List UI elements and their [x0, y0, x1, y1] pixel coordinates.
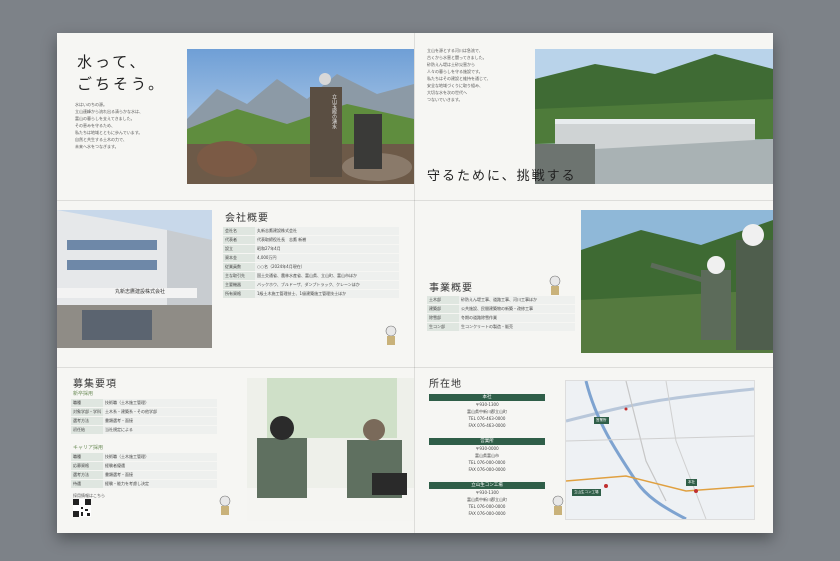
- brochure-sheet: 水って、 ごちそう。 水はいのちの源。 立山連峰から流れ出る清らかな水は、 富山…: [57, 33, 773, 533]
- qr-code-icon[interactable]: [73, 499, 91, 517]
- dam-tagline: 守るために、挑戦する: [427, 169, 577, 184]
- recruitment-title: 募集要項: [73, 379, 117, 390]
- table-row: 生コン部 生コンクリートの製造・販売: [427, 323, 575, 331]
- business-overview-table: 土木部 砂防えん堤工事、道路工事、河川工事ほか 建築部 公共施設、民間建築物の新築・…: [427, 295, 575, 332]
- monument-inscription: 立山玉殿の湧水: [331, 94, 337, 129]
- table-row: 所有資格 1級土木施工管理技士、1級建築施工管理技士ほか: [223, 290, 399, 298]
- table-row: 初任給 当社規定による: [71, 426, 217, 434]
- hero-title-line-1: 水って、: [77, 53, 148, 71]
- mascot-icon: [552, 495, 564, 515]
- table-row: 土木部 砂防えん堤工事、道路工事、河川工事ほか: [427, 296, 575, 304]
- business-overview-title: 事業概要: [429, 283, 473, 294]
- sabo-dam-photo: [535, 49, 773, 184]
- table-row: 従業員数 ○○名（2024年4月現在）: [223, 263, 399, 271]
- office-name: 営業所: [429, 438, 545, 445]
- office-block-head-office: 本社 〒930-1300 富山県中新川郡立山町 TEL 076-463-0000…: [429, 394, 545, 429]
- table-row: 応募資格 経験者優遇: [71, 462, 217, 470]
- table-row: 待遇 経験・能力を考慮し決定: [71, 480, 217, 488]
- table-row: 対象学部・学科 土木系・建築系・その他学部: [71, 408, 217, 416]
- map-marker-sales-office[interactable]: 営業所: [594, 417, 609, 424]
- mascot-icon: [549, 275, 561, 295]
- office-name: 本社: [429, 394, 545, 401]
- dam-body: 立山を源とする河川は急流で、 古くから水害と闘ってきました。 砂防えん堤は土砂災…: [427, 48, 491, 102]
- new-graduate-table: 職種 技術職（土木施工管理） 対象学部・学科 土木系・建築系・その他学部 選考方法書…: [71, 398, 217, 435]
- table-row: 資本金 4,000万円: [223, 254, 399, 262]
- location-title: 所在地: [429, 379, 462, 390]
- office-block-concrete-plant: 立山生コン工場 〒930-1300 富山県中新川郡立山町 TEL 076-000…: [429, 482, 545, 517]
- mascot-icon: [385, 325, 397, 345]
- hero-title: 水って、 ごちそう。: [77, 51, 166, 95]
- table-row: 設立 昭和27年4月: [223, 245, 399, 253]
- office-name: 立山生コン工場: [429, 482, 545, 489]
- hero-title-line-2: ごちそう。: [77, 75, 167, 93]
- table-row: 建築部 公共施設、民間建築物の新築・改修工事: [427, 305, 575, 313]
- hero-body: 水はいのちの源。 立山連峰から流れ出る清らかな水は、 富山の暮らしを支えてきまし…: [75, 102, 143, 149]
- table-row: 職種 技術職（土木施工管理）: [71, 453, 217, 461]
- map-marker-concrete-plant[interactable]: 立山生コン工場: [572, 489, 601, 496]
- location-map[interactable]: 営業所 本社 立山生コン工場: [565, 380, 755, 520]
- career-label: キャリア採用: [73, 445, 104, 451]
- office-block-sales-office: 営業所 〒930-0000 富山県富山市 TEL 076-000-0000 FA…: [429, 438, 545, 473]
- building-sign: 丸新志鷹建設株式会社: [115, 289, 166, 295]
- map-marker-head-office[interactable]: 本社: [686, 479, 697, 486]
- table-row: 選考方法 書類選考・面接: [71, 417, 217, 425]
- workers-in-field-photo: [581, 210, 773, 353]
- table-row: 主要機器 バックホウ、ブルドーザ、ダンプトラック、クレーンほか: [223, 281, 399, 289]
- qr-note: 採用情報はこちら: [73, 493, 105, 498]
- table-row: 職種 技術職（土木施工管理）: [71, 399, 217, 407]
- fold-line-horizontal-top: [57, 200, 773, 201]
- fold-line-vertical: [414, 33, 415, 533]
- new-graduate-label: 新卒採用: [73, 391, 94, 397]
- head-office-building-photo: 丸新志鷹建設株式会社: [57, 210, 212, 348]
- table-row: 会社名 丸新志鷹建設株式会社: [223, 227, 399, 235]
- table-row: 除雪部 冬期の道路除雪作業: [427, 314, 575, 322]
- spring-monument-photo: 立山玉殿の湧水: [187, 49, 414, 184]
- table-row: 主な取引先 国土交通省、農林水産省、富山県、立山町、富山市ほか: [223, 272, 399, 280]
- company-overview-table: 会社名 丸新志鷹建設株式会社 代表者 代表取締役社長 志鷹 新樹 設立 昭和27年4月…: [223, 226, 399, 299]
- mascot-icon: [219, 495, 231, 515]
- table-row: 選考方法 書類選考・面接: [71, 471, 217, 479]
- table-row: 代表者 代表取締役社長 志鷹 新樹: [223, 236, 399, 244]
- employees-meeting-photo: [247, 378, 414, 521]
- fold-line-horizontal-bottom: [57, 367, 773, 368]
- company-overview-title: 会社概要: [225, 213, 269, 224]
- career-table: 職種 技術職（土木施工管理） 応募資格 経験者優遇 選考方法 書類選考・面接 待遇 経験…: [71, 452, 217, 489]
